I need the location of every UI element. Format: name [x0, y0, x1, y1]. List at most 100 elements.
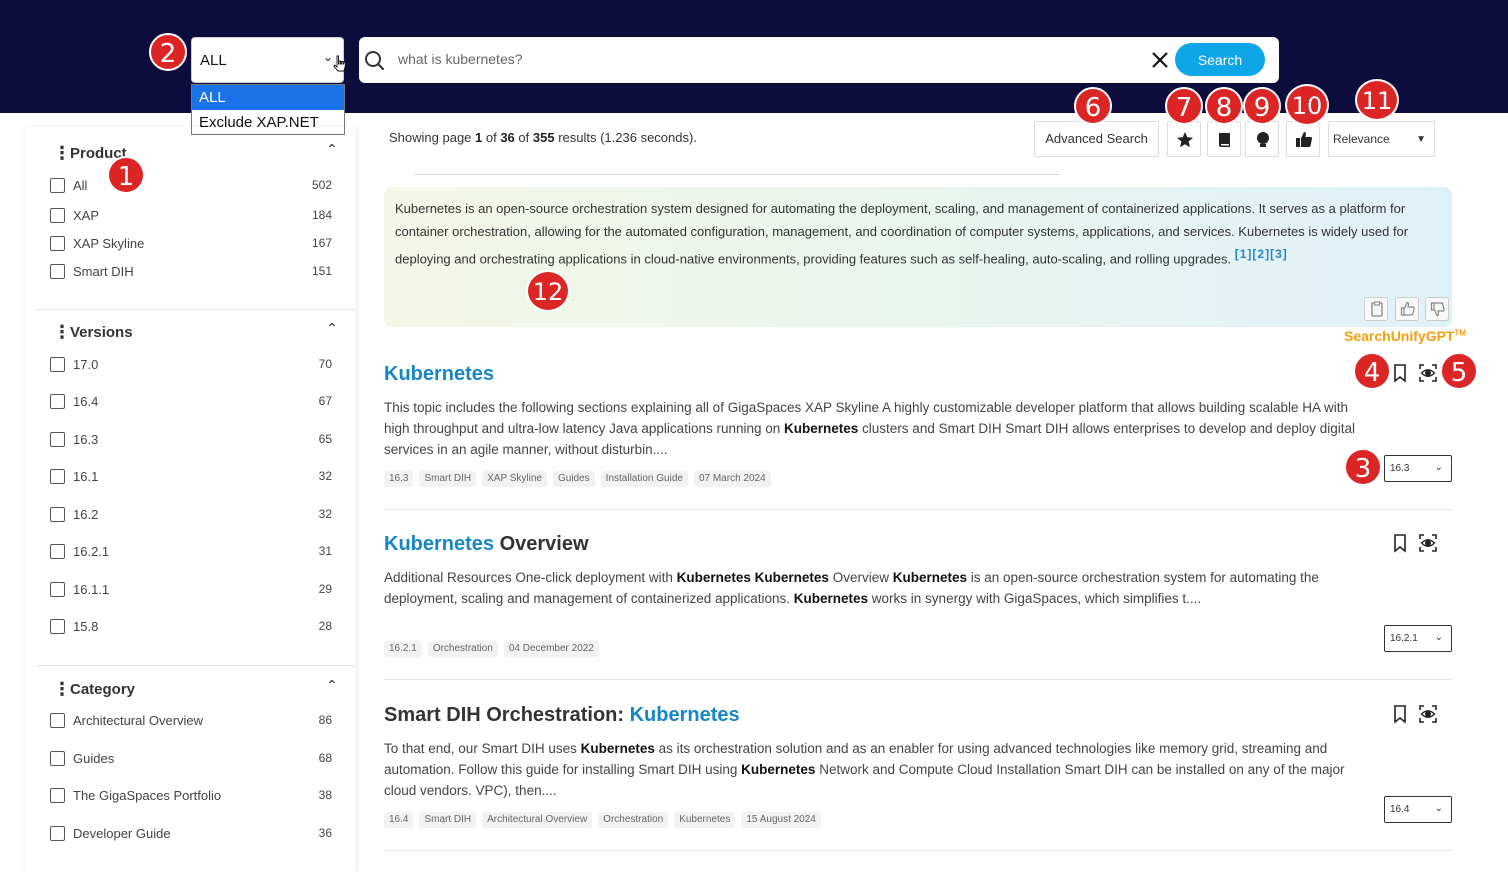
result-snippet: To that end, our Smart DIH uses Kubernet… — [384, 741, 1345, 798]
filter-label: 16.1.1 — [73, 582, 110, 597]
checkbox[interactable] — [50, 236, 65, 251]
results-summary: Showing page 1 of 36 of 355 results (1.2… — [389, 130, 697, 145]
filter-label: 15.8 — [73, 619, 99, 634]
drag-handle-icon[interactable]: ⋮ — [53, 144, 71, 162]
checkbox[interactable] — [50, 507, 65, 522]
filter-label: Architectural Overview — [73, 713, 204, 728]
result-title-highlight: Kubernetes — [384, 533, 495, 555]
scope-option-all[interactable]: ALL — [192, 85, 344, 110]
like-answer-button[interactable] — [1395, 297, 1419, 321]
annotation-badge-12: 12 — [526, 270, 570, 312]
copy-button[interactable] — [1364, 297, 1388, 321]
chevron-up-icon[interactable]: ⌃ — [326, 320, 338, 337]
annotation-badge-6: 6 — [1074, 87, 1112, 125]
filter-item[interactable]: Smart DIH 151 — [50, 262, 332, 282]
checkbox[interactable] — [50, 208, 65, 223]
filter-item[interactable]: Guides 68 — [50, 749, 332, 769]
filter-item[interactable]: All 502 — [50, 176, 332, 196]
filter-count: 184 — [311, 208, 332, 222]
result-title[interactable]: Kubernetes — [384, 363, 1452, 391]
result-tag: Architectural Overview — [482, 812, 593, 828]
bookmark-icon[interactable] — [1390, 533, 1410, 553]
search-button[interactable]: Search — [1175, 43, 1265, 76]
checkbox[interactable] — [50, 826, 65, 841]
advanced-search-button[interactable]: Advanced Search — [1034, 121, 1159, 157]
mouse-pointer-icon — [333, 55, 346, 72]
divider — [384, 679, 1452, 680]
checkbox[interactable] — [50, 469, 65, 484]
search-result: Kubernetes Overview Additional Resources… — [384, 533, 1452, 663]
filter-count: 86 — [318, 713, 332, 727]
filter-label: 17.0 — [73, 357, 99, 372]
filter-count: 65 — [318, 432, 332, 446]
filter-item[interactable]: 16.2.1 31 — [50, 542, 332, 562]
drag-handle-icon[interactable]: ⋮ — [53, 680, 71, 698]
search-result: Kubernetes This topic includes the follo… — [384, 363, 1452, 493]
result-tag: Guides — [552, 471, 595, 487]
filter-item[interactable]: 16.4 67 — [50, 392, 332, 412]
sort-select[interactable]: Relevance ▼ — [1328, 121, 1435, 157]
filter-item[interactable]: 16.3 65 — [50, 430, 332, 450]
dislike-answer-button[interactable] — [1425, 297, 1449, 321]
scope-select[interactable]: ALL ⌄ — [191, 37, 344, 83]
preview-icon[interactable] — [1418, 533, 1438, 553]
chevron-down-icon: ⌄ — [1434, 803, 1443, 814]
favorites-button[interactable] — [1167, 121, 1201, 157]
result-tags: 16.4 Smart DIH Architectural Overview Orche… — [384, 812, 821, 828]
divider — [36, 665, 356, 666]
checkbox[interactable] — [50, 544, 65, 559]
thumbs-down-outline-icon — [1430, 302, 1445, 317]
gpt-answer-text: Kubernetes is an open-source orchestrati… — [395, 198, 1445, 271]
search-input[interactable]: what is kubernetes? — [398, 51, 523, 67]
checkbox[interactable] — [50, 751, 65, 766]
checkbox[interactable] — [50, 619, 65, 634]
filter-item[interactable]: XAP 184 — [50, 206, 332, 226]
chevron-up-icon[interactable]: ⌃ — [326, 141, 338, 158]
checkbox[interactable] — [50, 582, 65, 597]
version-select[interactable]: 16.2.1 ⌄ — [1384, 625, 1452, 652]
filter-item[interactable]: Architectural Overview 86 — [50, 711, 332, 731]
gpt-references[interactable]: [1][2][3] — [1235, 247, 1288, 261]
result-tag: Smart DIH — [419, 812, 477, 828]
preview-icon[interactable] — [1418, 704, 1438, 724]
checkbox[interactable] — [50, 788, 65, 803]
feedback-button[interactable] — [1286, 121, 1320, 157]
result-title[interactable]: Smart DIH Orchestration: Kubernetes — [384, 704, 1452, 732]
filter-header-category[interactable]: ⋮ Category ⌃ — [26, 669, 357, 709]
filter-item[interactable]: 16.1.1 29 — [50, 580, 332, 600]
checkbox[interactable] — [50, 432, 65, 447]
filter-item[interactable]: 16.2 32 — [50, 505, 332, 525]
filter-item[interactable]: 17.0 70 — [50, 355, 332, 375]
checkbox[interactable] — [50, 713, 65, 728]
bookmark-icon[interactable] — [1390, 704, 1410, 724]
filter-header-versions[interactable]: ⋮ Versions ⌃ — [26, 312, 357, 352]
version-select[interactable]: 16.4 ⌄ — [1384, 796, 1452, 823]
filter-item[interactable]: 16.1 32 — [50, 467, 332, 487]
checkbox[interactable] — [50, 264, 65, 279]
chevron-down-icon: ⌄ — [322, 50, 333, 64]
result-title[interactable]: Kubernetes Overview — [384, 533, 1452, 561]
filter-item[interactable]: The GigaSpaces Portfolio 38 — [50, 786, 332, 806]
result-tag: 07 March 2024 — [693, 471, 771, 487]
close-icon[interactable] — [1149, 49, 1171, 71]
version-select[interactable]: 16.3 ⌄ — [1384, 455, 1452, 482]
filter-item[interactable]: 15.8 28 — [50, 617, 332, 637]
chevron-down-icon: ⌄ — [1434, 632, 1443, 643]
checkbox[interactable] — [50, 357, 65, 372]
bookmarks-button[interactable] — [1207, 121, 1241, 157]
bookmark-icon[interactable] — [1390, 363, 1410, 383]
filter-item[interactable]: Developer Guide 36 — [50, 824, 332, 844]
divider — [36, 309, 356, 310]
checkbox[interactable] — [50, 394, 65, 409]
filter-item[interactable]: XAP Skyline 167 — [50, 234, 332, 254]
filter-header-product[interactable]: ⋮ Product ⌃ — [26, 133, 357, 173]
version-select-value: 16.2.1 — [1390, 633, 1418, 644]
preview-icon[interactable] — [1418, 363, 1438, 383]
gpt-brand-name: SearchUnifyGPT — [1344, 328, 1455, 344]
suggestions-button[interactable] — [1245, 121, 1279, 157]
result-tag: 04 December 2022 — [503, 641, 599, 657]
thumbs-up-icon — [1296, 132, 1312, 147]
drag-handle-icon[interactable]: ⋮ — [53, 323, 71, 341]
chevron-up-icon[interactable]: ⌃ — [326, 677, 338, 694]
checkbox[interactable] — [50, 178, 65, 193]
